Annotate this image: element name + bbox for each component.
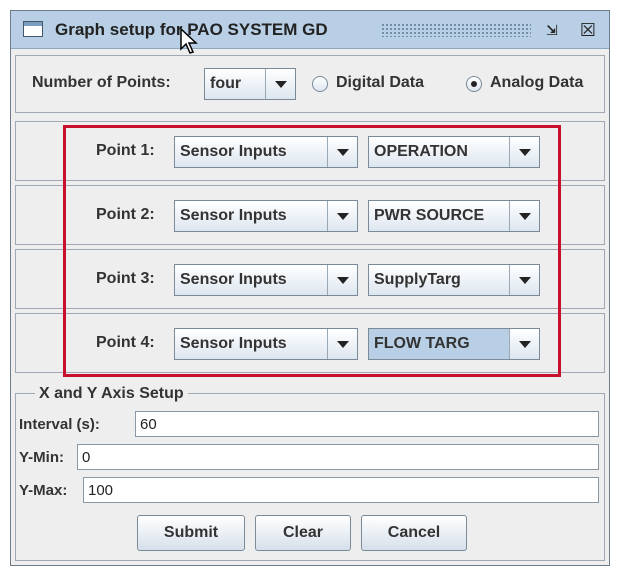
- point-row-4: Point 4: Sensor Inputs FLOW TARG: [15, 313, 605, 373]
- point-label: Point 4:: [96, 334, 155, 351]
- point-row-1: Point 1: Sensor Inputs OPERATION: [15, 121, 605, 181]
- point-1-source-select[interactable]: Sensor Inputs: [174, 136, 358, 168]
- close-icon[interactable]: ☒: [579, 21, 597, 39]
- analog-data-radio[interactable]: [466, 76, 482, 92]
- number-of-points-value: four: [210, 75, 242, 92]
- point-label: Point 3:: [96, 270, 155, 287]
- clear-button[interactable]: Clear: [255, 515, 351, 551]
- interval-label: Interval (s):: [19, 416, 100, 433]
- digital-data-label[interactable]: Digital Data: [336, 74, 424, 92]
- title-bar[interactable]: Graph setup for PAO SYSTEM GD ⇲ ☒: [11, 11, 609, 54]
- chevron-down-icon[interactable]: [265, 69, 295, 99]
- point-2-signal-select[interactable]: PWR SOURCE: [368, 200, 540, 232]
- chevron-down-icon[interactable]: [509, 137, 539, 167]
- point-1-signal-select[interactable]: OPERATION: [368, 136, 540, 168]
- point-1-source-value: Sensor Inputs: [180, 143, 287, 160]
- point-4-source-select[interactable]: Sensor Inputs: [174, 328, 358, 360]
- submit-button[interactable]: Submit: [137, 515, 245, 551]
- point-row-3: Point 3: Sensor Inputs SupplyTarg: [15, 249, 605, 309]
- chevron-down-icon[interactable]: [327, 265, 357, 295]
- graph-setup-dialog: Graph setup for PAO SYSTEM GD ⇲ ☒ Number…: [10, 10, 610, 566]
- point-3-signal-select[interactable]: SupplyTarg: [368, 264, 540, 296]
- window-icon: [23, 21, 43, 37]
- cancel-button[interactable]: Cancel: [361, 515, 467, 551]
- point-3-signal-value: SupplyTarg: [374, 271, 461, 288]
- point-label: Point 2:: [96, 206, 155, 223]
- point-2-source-select[interactable]: Sensor Inputs: [174, 200, 358, 232]
- point-1-signal-value: OPERATION: [374, 143, 468, 160]
- y-max-label: Y-Max:: [19, 482, 68, 499]
- number-of-points-label: Number of Points:: [32, 74, 171, 91]
- number-of-points-select[interactable]: four: [204, 68, 296, 100]
- chevron-down-icon[interactable]: [327, 329, 357, 359]
- title-bar-grip: [381, 23, 531, 37]
- digital-data-radio[interactable]: [312, 76, 328, 92]
- chevron-down-icon[interactable]: [509, 329, 539, 359]
- interval-input[interactable]: [135, 411, 599, 437]
- point-4-signal-select[interactable]: FLOW TARG: [368, 328, 540, 360]
- analog-data-label[interactable]: Analog Data: [490, 74, 583, 92]
- points-config-row: Number of Points: four Digital Data Anal…: [15, 55, 605, 113]
- mouse-cursor-icon: [180, 27, 198, 54]
- point-label: Point 1:: [96, 142, 155, 159]
- y-max-input[interactable]: [83, 477, 599, 503]
- point-2-source-value: Sensor Inputs: [180, 207, 287, 224]
- chevron-down-icon[interactable]: [327, 201, 357, 231]
- chevron-down-icon[interactable]: [509, 265, 539, 295]
- point-row-2: Point 2: Sensor Inputs PWR SOURCE: [15, 185, 605, 245]
- axis-setup-title: X and Y Axis Setup: [35, 385, 188, 403]
- point-4-signal-value: FLOW TARG: [374, 335, 470, 352]
- chevron-down-icon[interactable]: [327, 137, 357, 167]
- point-3-source-value: Sensor Inputs: [180, 271, 287, 288]
- point-3-source-select[interactable]: Sensor Inputs: [174, 264, 358, 296]
- y-min-input[interactable]: [77, 444, 599, 470]
- point-2-signal-value: PWR SOURCE: [374, 207, 485, 224]
- chevron-down-icon[interactable]: [509, 201, 539, 231]
- y-min-label: Y-Min:: [19, 449, 64, 466]
- point-4-source-value: Sensor Inputs: [180, 335, 287, 352]
- restore-icon[interactable]: ⇲: [543, 21, 561, 39]
